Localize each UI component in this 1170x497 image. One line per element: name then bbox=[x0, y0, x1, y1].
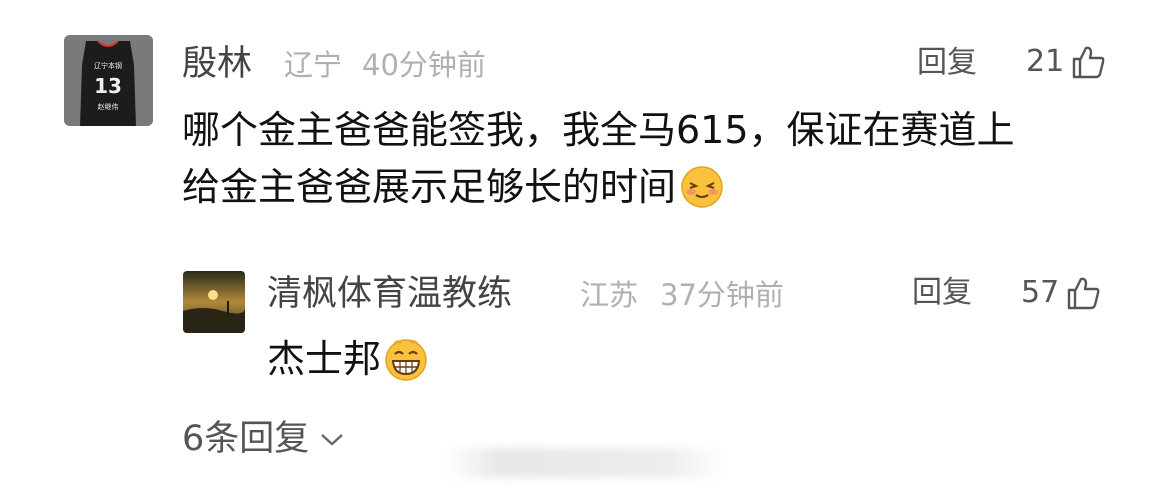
jersey-team-text: 辽宁本钢 bbox=[94, 61, 122, 70]
comment-author-name[interactable]: 殷林 bbox=[182, 47, 252, 82]
reply-like-button[interactable]: 57 bbox=[1021, 275, 1101, 311]
landscape-avatar-image bbox=[183, 271, 245, 333]
more-replies-button[interactable]: 6条回复 bbox=[182, 422, 345, 457]
reply-text-wrap: 杰士邦 bbox=[267, 328, 429, 390]
comment-text-line-2-wrap: 给金主爸爸展示足够长的时间 bbox=[182, 156, 724, 218]
grin-emoji-icon bbox=[385, 339, 427, 381]
avatar-jersey[interactable]: 辽宁本钢 13 赵继伟 bbox=[64, 35, 153, 126]
reply-location: 江苏 bbox=[580, 278, 639, 312]
reply-author-name[interactable]: 清枫体育温教练 bbox=[267, 277, 512, 312]
thumbs-up-icon bbox=[1072, 46, 1105, 79]
watermark-smudge bbox=[445, 448, 725, 478]
thumbs-up-icon bbox=[1067, 277, 1100, 310]
comment-like-count: 21 bbox=[1026, 44, 1065, 79]
comment-text-line-1: 哪个金主爸爸能签我，我全马615，保证在赛道上 bbox=[182, 108, 1015, 152]
comment-time: 40分钟前 bbox=[362, 48, 486, 82]
chevron-down-icon bbox=[321, 433, 344, 446]
reply-time: 37分钟前 bbox=[660, 278, 784, 312]
comment-reply-button[interactable]: 回复 bbox=[917, 48, 977, 78]
jersey-number-text: 13 bbox=[94, 74, 122, 98]
reply-text: 杰士邦 bbox=[267, 337, 382, 381]
more-replies-label: 6条回复 bbox=[182, 419, 310, 459]
shy-smile-emoji-icon bbox=[681, 166, 723, 208]
reply-like-count: 57 bbox=[1021, 275, 1060, 310]
jersey-image: 辽宁本钢 13 赵继伟 bbox=[64, 35, 153, 126]
avatar-reply-user[interactable] bbox=[183, 271, 245, 333]
comment-like-button[interactable]: 21 bbox=[1026, 44, 1106, 80]
comment-text-line-2: 给金主爸爸展示足够长的时间 bbox=[182, 165, 677, 209]
reply-reply-button[interactable]: 回复 bbox=[912, 278, 972, 308]
comment-location: 辽宁 bbox=[284, 48, 343, 82]
jersey-name-text: 赵继伟 bbox=[98, 102, 119, 111]
